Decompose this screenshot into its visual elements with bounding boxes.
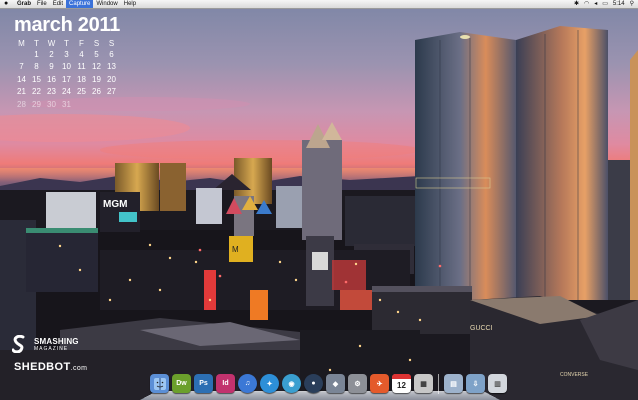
downloads-folder-icon[interactable]: ⇩ <box>466 374 485 393</box>
calendar-day: 1 <box>34 50 39 59</box>
calendar-day: 15 <box>32 74 41 84</box>
calendar-day: 19 <box>92 74 101 84</box>
dock-separator <box>438 374 439 394</box>
svg-text:M: M <box>232 245 239 254</box>
menu-edit[interactable]: Edit <box>50 0 66 8</box>
calendar-day <box>74 99 89 111</box>
calendar-day: 7 <box>19 62 24 72</box>
menu-bar: ● Grab File Edit Capture Window Help ✱ ◠… <box>0 0 638 9</box>
calendar-day: 6 <box>109 50 114 59</box>
calendar-day: 24 <box>62 87 71 97</box>
menu-help[interactable]: Help <box>121 0 139 8</box>
coda-icon[interactable]: ◆ <box>326 374 345 393</box>
author-domain: .com <box>70 365 88 372</box>
photoshop-icon[interactable]: Ps <box>194 374 213 393</box>
indesign-icon[interactable]: Id <box>216 374 235 393</box>
calendar-day: 25 <box>77 87 86 97</box>
calendar-day: 13 <box>107 62 116 72</box>
calendar-day: 16 <box>47 74 56 84</box>
calendar-day: 26 <box>92 87 101 97</box>
brand-name: SMASHING <box>34 337 79 346</box>
menu-capture[interactable]: Capture <box>66 0 94 8</box>
trash-icon[interactable]: ▥ <box>488 374 507 393</box>
dock-items: Dw Ps Id ♫ ✦ ◉ ● ◆ ⚙ ✈ 12 ▦ ▤ ⇩ ▥ <box>150 374 507 394</box>
itunes-icon[interactable]: ♫ <box>238 374 257 393</box>
dreamweaver-icon[interactable]: Dw <box>172 374 191 393</box>
calendar-day: 9 <box>49 62 54 72</box>
weekday-label: M <box>18 39 25 48</box>
calendar-day: 4 <box>79 50 84 59</box>
calendar-day: 30 <box>47 99 56 109</box>
author-name: SHEDBOT <box>14 361 71 373</box>
calendar-icon-date: 12 <box>397 381 406 390</box>
sign-gucci: GUCCI <box>470 325 493 332</box>
calendar-day: 11 <box>77 62 86 72</box>
camino-icon[interactable]: ● <box>304 374 323 393</box>
volume-icon[interactable]: ◂ <box>594 0 597 8</box>
calendar-weekday-header: M T W T F S S <box>14 38 120 49</box>
firefox-icon[interactable]: ◉ <box>282 374 301 393</box>
calendar-day: 29 <box>32 99 41 109</box>
calendar-week: 28 29 30 31 <box>14 99 120 111</box>
calendar-day: 28 <box>17 99 26 109</box>
status-area: ✱ ◠ ◂ ▭ 5:14 ⚲ <box>574 0 634 8</box>
weekday-label: W <box>47 39 56 48</box>
weekday-label: F <box>79 39 84 48</box>
calendar-title: march 2011 <box>14 14 120 36</box>
calendar-day: 5 <box>94 50 99 59</box>
calendar-week: 21 22 23 24 25 26 27 <box>14 86 120 98</box>
dock: Dw Ps Id ♫ ✦ ◉ ● ◆ ⚙ ✈ 12 ▦ ▤ ⇩ ▥ <box>140 369 507 400</box>
calendar-day: 2 <box>49 50 54 59</box>
wifi-icon[interactable]: ◠ <box>584 0 589 8</box>
spotlight-icon[interactable]: ⚲ <box>630 0 634 8</box>
apple-menu-icon[interactable]: ● <box>4 0 8 8</box>
calendar-day: 10 <box>62 62 71 72</box>
menu-app-grab[interactable]: Grab <box>14 0 34 8</box>
calendar-week: 7 8 9 10 11 12 13 <box>14 61 120 73</box>
folder-icon[interactable]: ▤ <box>444 374 463 393</box>
smashing-logo-icon <box>12 335 25 353</box>
ftp-client-icon[interactable]: ✈ <box>370 374 389 393</box>
calendar-day <box>104 99 119 111</box>
weekday-label: T <box>64 39 69 48</box>
sign-converse: CONVERSE <box>560 372 589 378</box>
calendar-day: 27 <box>107 87 116 97</box>
calendar-day: 21 <box>17 87 26 97</box>
weekday-label: S <box>93 39 100 48</box>
menu-list: Grab File Edit Capture Window Help <box>14 0 139 8</box>
calendar-icon[interactable]: 12 <box>392 374 411 393</box>
author-credit: SHEDBOT.com <box>14 361 87 373</box>
calendar-day: 20 <box>107 74 116 84</box>
battery-icon[interactable]: ▭ <box>602 0 608 8</box>
wallpaper-calendar: march 2011 M T W T F S S 1 2 3 4 5 6 7 8… <box>14 14 120 111</box>
weekday-label: S <box>108 39 115 48</box>
calendar-day: 18 <box>77 74 86 84</box>
menu-window[interactable]: Window <box>93 0 120 8</box>
desktop: MGM M GUCCI CONVERSE ● Grab File Edit Ca… <box>0 0 638 400</box>
calendar-day: 12 <box>92 62 101 72</box>
finder-icon[interactable] <box>150 374 169 393</box>
sign-mgm: MGM <box>103 199 127 210</box>
calendar-day: 8 <box>34 62 39 72</box>
safari-icon[interactable]: ✦ <box>260 374 279 393</box>
preview-icon[interactable]: ▦ <box>414 374 433 393</box>
calendar-day: 14 <box>17 74 26 84</box>
calendar-day: 23 <box>47 87 56 97</box>
calendar-day: 3 <box>64 50 69 59</box>
system-preferences-icon[interactable]: ⚙ <box>348 374 367 393</box>
bluetooth-icon[interactable]: ✱ <box>574 0 579 8</box>
calendar-day: 31 <box>62 99 71 109</box>
clock[interactable]: 5:14 <box>613 0 625 8</box>
weekday-label: T <box>34 39 39 48</box>
calendar-icon-header <box>392 374 411 379</box>
calendar-week: 1 2 3 4 5 6 <box>14 49 120 61</box>
menu-file[interactable]: File <box>34 0 50 8</box>
calendar-week: 14 15 16 17 18 19 20 <box>14 74 120 86</box>
calendar-day <box>89 99 104 111</box>
calendar-day <box>14 49 29 61</box>
brand-subtitle: MAGAZINE <box>34 346 69 352</box>
calendar-day: 17 <box>62 74 71 84</box>
calendar-day: 22 <box>32 87 41 97</box>
